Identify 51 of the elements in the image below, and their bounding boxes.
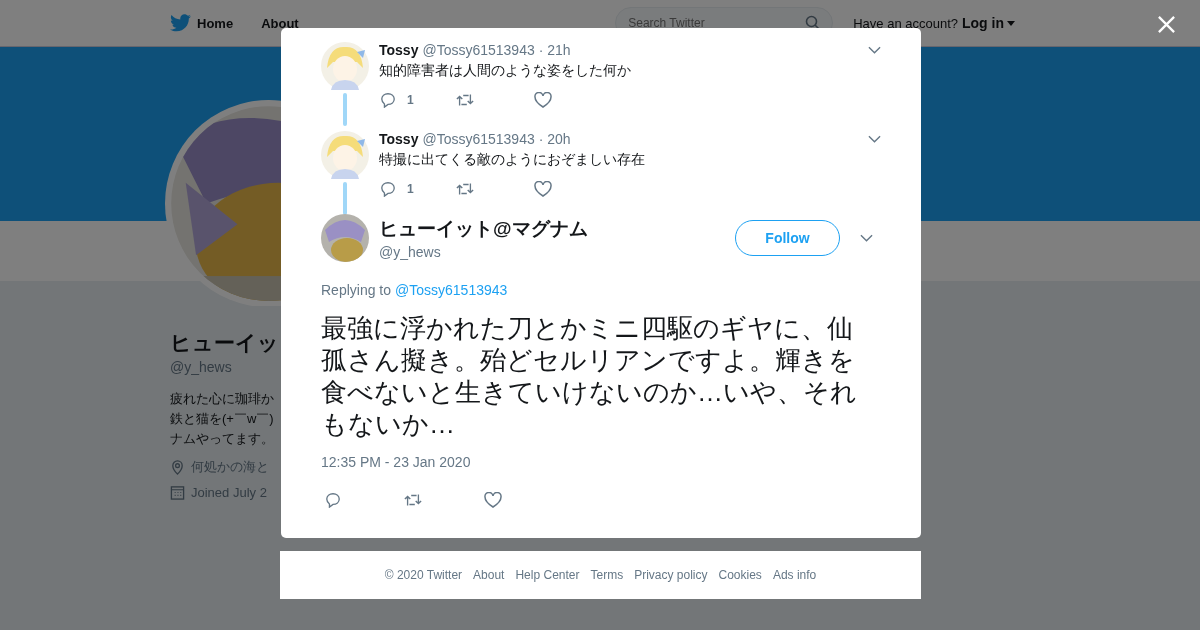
footer-link[interactable]: Terms (590, 568, 624, 582)
replying-label: Replying to (321, 282, 392, 298)
retweet-icon[interactable] (455, 92, 474, 108)
tweet-time[interactable]: · 20h (538, 131, 571, 147)
tweet-time[interactable]: · 21h (538, 42, 571, 58)
author-handle[interactable]: @Tossy61513943 (422, 131, 535, 147)
profile-name: ヒューイッ (170, 330, 280, 356)
heart-icon[interactable] (533, 181, 552, 197)
retweet-icon[interactable] (404, 492, 422, 508)
author-name[interactable]: Tossy (379, 42, 419, 58)
author-handle[interactable]: @Tossy61513943 (422, 42, 535, 58)
bio-line: 鉄と猫を(+￣w￣) (170, 410, 275, 428)
footer-link[interactable]: Cookies (718, 568, 762, 582)
close-icon[interactable] (1157, 15, 1176, 34)
follow-button[interactable]: Follow (735, 220, 840, 256)
tweet-text: 特撮に出てくる敵のようにおぞましい存在 (379, 151, 646, 169)
bio-line: ナムやってます。 (170, 430, 275, 448)
location-text: 何処かの海と (191, 458, 269, 476)
chevron-down-icon[interactable] (860, 234, 873, 242)
tweet-timestamp: 12:35 PM - 23 Jan 2020 (321, 454, 472, 470)
reply-icon[interactable] (379, 92, 397, 108)
profile-handle: @y_hews (170, 359, 233, 375)
author-handle[interactable]: @y_hews (379, 244, 735, 260)
nav-link[interactable]: About (261, 15, 299, 31)
footer-link[interactable]: Help Center (515, 568, 580, 582)
mention-link[interactable]: @Tossy61513943 (395, 282, 508, 298)
heart-icon[interactable] (484, 492, 502, 508)
calendar-icon (170, 485, 185, 500)
joined-date: Joined July 2 (191, 485, 267, 500)
reply-count: 1 (407, 93, 414, 107)
author-name[interactable]: ヒューイット@マグナム (379, 216, 735, 242)
chevron-down-icon[interactable] (868, 46, 881, 54)
nav-link[interactable]: Home (197, 15, 234, 31)
footer-link[interactable]: © 2020 Twitter (384, 568, 463, 582)
bio-line: 疲れた心に珈琲か (170, 390, 275, 408)
retweet-icon[interactable] (455, 181, 474, 197)
tweet-text: 知的障害者は人間のような姿をした何か (379, 62, 632, 80)
login-link[interactable]: Log in (962, 15, 1015, 31)
footer-link[interactable]: Ads info (772, 568, 817, 582)
search-icon[interactable] (805, 15, 822, 31)
chevron-down-icon[interactable] (868, 135, 881, 143)
tweet-text: 最強に浮かれた刀とかミニ四駆のギヤに、仙孤さん擬き。殆どセルリアンですよ。輝きを食べないと生きていけないのか…いや、それもないか… (321, 312, 858, 440)
heart-icon[interactable] (533, 92, 552, 108)
footer-link[interactable]: Privacy policy (634, 568, 708, 582)
reply-icon[interactable] (379, 181, 397, 197)
location-pin-icon (170, 459, 185, 475)
account-prompt: Have an account? (853, 15, 958, 31)
reply-icon[interactable] (324, 492, 342, 508)
footer-link[interactable]: About (473, 568, 505, 582)
author-name[interactable]: Tossy (379, 131, 419, 147)
reply-count: 1 (407, 182, 414, 196)
